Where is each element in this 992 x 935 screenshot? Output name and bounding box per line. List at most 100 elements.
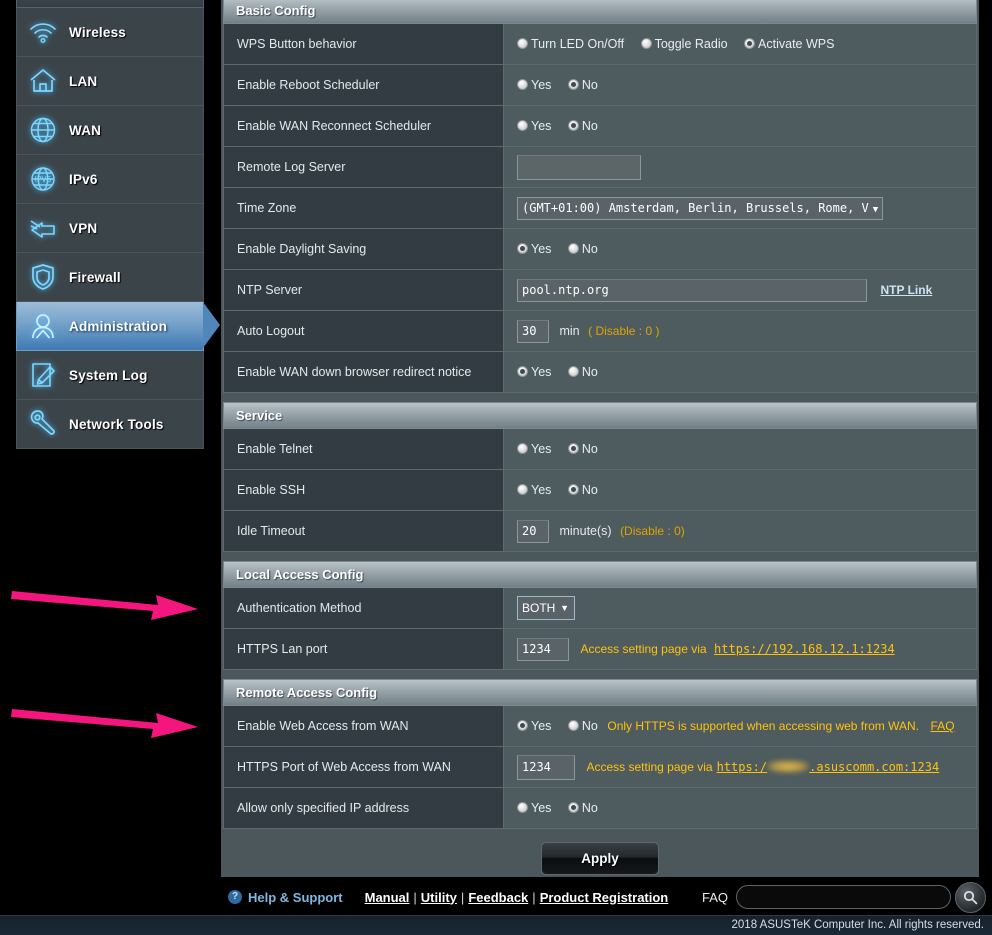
footer-link-product-registration[interactable]: Product Registration (540, 890, 669, 905)
sidebar-item-firewall[interactable]: Firewall (16, 253, 204, 302)
auto-logout-input[interactable] (517, 319, 549, 343)
radio-dot[interactable] (567, 802, 579, 813)
row-time-zone: Time Zone (GMT+01:00) Amsterdam, Berlin,… (223, 187, 977, 229)
sidebar-item-wireless[interactable]: Wireless (16, 8, 204, 57)
https-port-wan-link[interactable]: https:/ .asuscomm.com:1234 (717, 760, 939, 774)
radio-dot[interactable] (517, 443, 528, 454)
radio-dot[interactable] (567, 443, 579, 454)
radio-dot[interactable] (517, 79, 528, 90)
radio-label: Yes (531, 442, 552, 456)
sidebar-item-label: VPN (69, 220, 98, 236)
magnifier-icon (963, 890, 978, 904)
radio-label: Yes (531, 365, 552, 379)
radio-daylight-no[interactable]: No (567, 242, 611, 256)
basic-config-table: Basic Config WPS Button behavior Turn LE… (223, 0, 977, 829)
radio-dot[interactable] (567, 484, 579, 495)
authentication-method-select[interactable]: BOTH ▼ (517, 596, 575, 620)
idle-timeout-unit: minute(s) (559, 524, 612, 538)
radio-dot[interactable] (517, 802, 528, 813)
radio-web-access-wan-yes[interactable]: Yes (517, 719, 564, 733)
row-value: Turn LED On/Off Toggle Radio Activate WP… (503, 23, 977, 65)
radio-wan-down-no[interactable]: No (567, 365, 611, 379)
row-enable-telnet: Enable Telnet Yes No (223, 428, 977, 470)
sidebar-item-lan[interactable]: LAN (16, 57, 204, 106)
row-allow-only-specified-ip-address: Allow only specified IP address Yes No (223, 787, 977, 829)
radio-reboot-scheduler-no[interactable]: No (567, 78, 611, 92)
radio-activate-wps[interactable]: Activate WPS (744, 37, 847, 51)
radio-dot[interactable] (517, 38, 528, 49)
row-value: Access setting page viahttps:/ .asuscomm.… (503, 746, 977, 788)
radio-dot[interactable] (517, 720, 528, 731)
sidebar-item-vpn[interactable]: VPN (16, 204, 204, 253)
arrow-to-https-lan-port (11, 591, 198, 620)
row-value: min ( Disable : 0 ) (503, 310, 977, 352)
idle-timeout-hint: (Disable : 0) (620, 524, 685, 538)
radio-label: No (581, 119, 598, 133)
footer-link-manual[interactable]: Manual (365, 890, 410, 905)
radio-reboot-scheduler-yes[interactable]: Yes (517, 78, 564, 92)
radio-telnet-no[interactable]: No (567, 442, 611, 456)
https-lan-port-input[interactable] (517, 637, 569, 661)
time-zone-select[interactable]: (GMT+01:00) Amsterdam, Berlin, Brussels,… (517, 196, 884, 220)
https-port-wan-input[interactable] (517, 754, 575, 780)
ntp-link[interactable]: NTP Link (880, 283, 932, 297)
radio-dot[interactable] (567, 366, 579, 377)
sidebar-item-label: Wireless (69, 24, 127, 40)
sidebar-item-ipv6[interactable]: IPV6 IPv6 (16, 155, 204, 204)
radio-dot[interactable] (567, 120, 579, 131)
radio-wan-reconnect-yes[interactable]: Yes (517, 119, 564, 133)
web-access-wan-faq-link[interactable]: FAQ (931, 719, 955, 733)
row-label: HTTPS Lan port (223, 628, 504, 670)
radio-wan-down-yes[interactable]: Yes (517, 365, 564, 379)
radio-allow-ip-yes[interactable]: Yes (517, 801, 564, 815)
radio-dot[interactable] (517, 366, 528, 377)
radio-label: No (581, 78, 598, 92)
radio-ssh-yes[interactable]: Yes (517, 483, 564, 497)
globe-icon (17, 116, 69, 144)
footer-link-feedback[interactable]: Feedback (468, 890, 528, 905)
radio-allow-ip-no[interactable]: No (567, 801, 611, 815)
https-lan-port-link[interactable]: https://192.168.12.1:1234 (714, 642, 895, 656)
apply-button[interactable]: Apply (541, 842, 659, 875)
row-value: Yes No (503, 64, 977, 106)
row-enable-wan-reconnect-scheduler: Enable WAN Reconnect Scheduler Yes No (223, 105, 977, 147)
section-header-remote-access-config: Remote Access Config (223, 679, 977, 706)
radio-dot[interactable] (517, 484, 528, 495)
row-enable-reboot-scheduler: Enable Reboot Scheduler Yes No (223, 64, 977, 106)
radio-turn-led-onoff[interactable]: Turn LED On/Off (517, 37, 637, 51)
footer-separator: | (532, 889, 536, 905)
row-ntp-server: NTP Server NTP Link (223, 269, 977, 311)
radio-dot[interactable] (567, 720, 579, 731)
sidebar-item-wan[interactable]: WAN (16, 106, 204, 155)
row-https-lan-port: HTTPS Lan port Access setting page via h… (223, 628, 977, 670)
sidebar-item-network-tools[interactable]: Network Tools (16, 400, 204, 449)
radio-toggle-radio[interactable]: Toggle Radio (640, 37, 741, 51)
radio-daylight-yes[interactable]: Yes (517, 242, 564, 256)
radio-dot[interactable] (567, 79, 579, 90)
sidebar-item-administration[interactable]: Administration (16, 302, 220, 351)
radio-dot[interactable] (567, 243, 579, 254)
row-remote-log-server: Remote Log Server (223, 146, 977, 188)
radio-dot[interactable] (640, 38, 652, 49)
radio-dot[interactable] (744, 38, 756, 49)
faq-search-button[interactable] (955, 881, 986, 913)
remote-log-server-input[interactable] (517, 154, 641, 180)
idle-timeout-input[interactable] (517, 519, 549, 543)
radio-label: Turn LED On/Off (531, 37, 625, 51)
radio-ssh-no[interactable]: No (567, 483, 611, 497)
footer-link-utility[interactable]: Utility (421, 890, 457, 905)
radio-telnet-yes[interactable]: Yes (517, 442, 564, 456)
radio-wan-reconnect-no[interactable]: No (567, 119, 611, 133)
faq-search-input[interactable] (736, 885, 951, 909)
radio-label: No (581, 801, 598, 815)
help-support-label: Help & Support (248, 889, 343, 905)
copyright-bar: 2018 ASUSTeK Computer Inc. All rights re… (0, 915, 992, 935)
row-label: Time Zone (223, 187, 504, 229)
radio-dot[interactable] (517, 120, 528, 131)
row-label: Enable WAN Reconnect Scheduler (223, 105, 504, 147)
sidebar-item-label: IPv6 (69, 171, 98, 187)
sidebar-item-system-log[interactable]: System Log (16, 351, 204, 400)
ntp-server-input[interactable] (517, 278, 867, 302)
radio-dot[interactable] (517, 243, 528, 254)
radio-web-access-wan-no[interactable]: No (567, 719, 604, 733)
